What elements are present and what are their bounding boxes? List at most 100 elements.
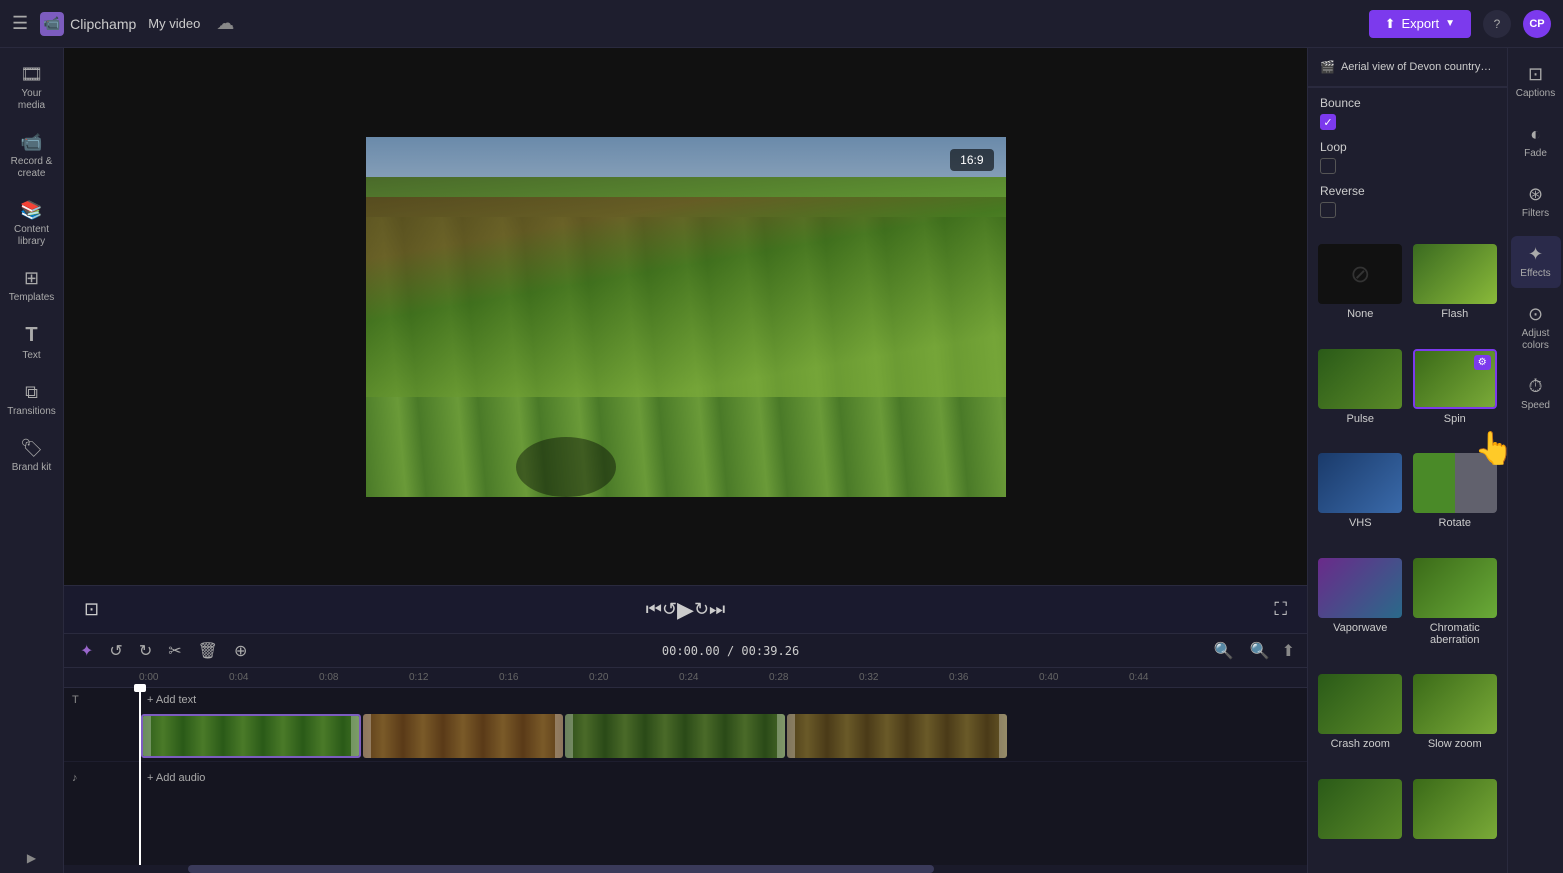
effect-label-spin: Spin: [1444, 413, 1466, 425]
clip-handle-right-4[interactable]: [999, 714, 1007, 758]
timeline-scrollbar[interactable]: [64, 865, 1307, 873]
help-button[interactable]: ?: [1483, 10, 1511, 38]
clip-handle-right-1[interactable]: [351, 716, 359, 756]
video-clip-4[interactable]: [787, 714, 1007, 758]
far-right-captions[interactable]: ⊡ Captions: [1511, 56, 1561, 108]
far-right-adjust-colors[interactable]: ⊙ Adjust colors: [1511, 296, 1561, 360]
effect-label-flash: Flash: [1441, 308, 1468, 320]
effect-more1[interactable]: [1316, 779, 1405, 866]
skip-back-button[interactable]: ⏮: [646, 599, 662, 620]
video-clip-2[interactable]: [363, 714, 563, 758]
effect-chromatic[interactable]: Chromatic aberration: [1411, 558, 1500, 669]
effect-label-crashzoom: Crash zoom: [1331, 738, 1390, 750]
sidebar-label-record-create: Record & create: [8, 156, 56, 180]
video-title-topbar[interactable]: My video: [148, 16, 200, 31]
far-right-filters[interactable]: ⊛ Filters: [1511, 176, 1561, 228]
effect-thumb-spin: ⚙: [1413, 349, 1497, 409]
clip-handle-left-4[interactable]: [787, 714, 795, 758]
scrollbar-thumb[interactable]: [188, 865, 934, 873]
user-avatar[interactable]: CP: [1523, 10, 1551, 38]
reverse-checkbox[interactable]: [1320, 202, 1336, 218]
zoom-out-button[interactable]: 🔍: [1210, 639, 1238, 663]
expand-timeline-button[interactable]: ⬆: [1282, 641, 1295, 661]
video-clip-1[interactable]: [141, 714, 361, 758]
effect-slowzoom[interactable]: Slow zoom: [1411, 674, 1500, 773]
effect-thumb-pulse: [1318, 349, 1402, 409]
clip-handle-left-1[interactable]: [143, 716, 151, 756]
ruler-mark-40: 0:40: [1039, 672, 1129, 683]
filters-label: Filters: [1522, 208, 1549, 220]
effect-rotate[interactable]: Rotate: [1411, 453, 1500, 552]
zoom-in-button[interactable]: 🔍: [1246, 639, 1274, 663]
far-right-fade[interactable]: ◐ Fade: [1511, 116, 1561, 168]
effect-spin[interactable]: ⚙ 👆 Spin: [1411, 349, 1500, 448]
sidebar-item-brand-kit[interactable]: 🏷 Brand kit: [4, 430, 60, 482]
scene-overlay: [366, 197, 1006, 397]
rewind-5s-button[interactable]: ↺: [662, 599, 677, 620]
forward-5s-button[interactable]: ↻: [694, 599, 709, 620]
effect-pulse[interactable]: Pulse: [1316, 349, 1405, 448]
sidebar-expand-btn[interactable]: ▶: [27, 851, 36, 865]
effect-crashzoom[interactable]: Crash zoom: [1316, 674, 1405, 773]
effect-label-slowzoom: Slow zoom: [1428, 738, 1482, 750]
effect-vhs[interactable]: VHS: [1316, 453, 1405, 552]
sidebar-item-record-create[interactable]: 📹 Record & create: [4, 124, 60, 188]
add-text-button[interactable]: + Add text: [139, 694, 204, 706]
sidebar-item-templates[interactable]: ⊞ Templates: [4, 260, 60, 312]
clip-handle-right-2[interactable]: [555, 714, 563, 758]
effect-thumb-vaporwave-inner: [1318, 558, 1402, 618]
sidebar-label-transitions: Transitions: [7, 406, 56, 418]
panel-title: 🎬 Aerial view of Devon countryside: [1320, 60, 1495, 74]
effect-more2[interactable]: [1411, 779, 1500, 866]
clip-preview-2: [363, 714, 563, 758]
effect-thumb-slowzoom-inner: [1413, 674, 1497, 734]
sidebar-label-templates: Templates: [9, 292, 55, 304]
redo-button[interactable]: ↻: [135, 639, 156, 663]
delete-button[interactable]: 🗑: [194, 639, 222, 663]
skip-forward-button[interactable]: ⏭: [709, 599, 725, 620]
aspect-ratio-badge[interactable]: 16:9: [950, 149, 993, 171]
effects-panel: 🎬 Aerial view of Devon countryside Bounc…: [1307, 48, 1507, 873]
play-button[interactable]: ▶: [677, 597, 694, 623]
topbar: ☰ 📹 Clipchamp My video ☁ ⬆ Export ▼ ? CP: [0, 0, 1563, 48]
bounce-item: Bounce ✓: [1320, 96, 1495, 130]
cut-button[interactable]: ✂: [164, 639, 185, 663]
ruler-mark-20: 0:20: [589, 672, 679, 683]
subtitle-toggle-button[interactable]: ⊡: [84, 599, 99, 620]
ruler-mark-16: 0:16: [499, 672, 589, 683]
add-audio-button[interactable]: + Add audio: [139, 772, 213, 784]
clip-handle-right-3[interactable]: [777, 714, 785, 758]
hamburger-menu[interactable]: ☰: [12, 13, 28, 34]
far-right-speed[interactable]: ⏱ Speed: [1511, 368, 1561, 420]
export-button[interactable]: ⬆ Export ▼: [1369, 10, 1471, 38]
sidebar-item-your-media[interactable]: 🎞 Your media: [4, 56, 60, 120]
brand-kit-icon: 🏷: [20, 438, 43, 459]
clip-handle-left-3[interactable]: [565, 714, 573, 758]
text-icon: T: [25, 324, 37, 347]
effects-icon: ✦: [1528, 244, 1543, 265]
video-clip-3[interactable]: [565, 714, 785, 758]
effect-thumb-more1-inner: [1318, 779, 1402, 839]
far-right-effects[interactable]: ✦ Effects: [1511, 236, 1561, 288]
effect-flash[interactable]: Flash: [1411, 244, 1500, 343]
effect-none[interactable]: ⊘ None: [1316, 244, 1405, 343]
loop-checkbox[interactable]: [1320, 158, 1336, 174]
effect-thumb-vhs-inner: [1318, 453, 1402, 513]
effect-thumb-crashzoom-inner: [1318, 674, 1402, 734]
add-media-button[interactable]: ⊕: [230, 639, 251, 663]
current-time: 00:00.00: [662, 644, 720, 658]
ruler-mark-4: 0:04: [229, 672, 319, 683]
bounce-checkbox[interactable]: ✓: [1320, 114, 1336, 130]
fade-label: Fade: [1524, 148, 1547, 160]
magic-button[interactable]: ✦: [76, 639, 97, 663]
video-track-row: [64, 712, 1307, 762]
sidebar-item-content-library[interactable]: 📚 Content library: [4, 192, 60, 256]
clip-handle-left-2[interactable]: [363, 714, 371, 758]
loop-checkbox-row: [1320, 158, 1495, 174]
sidebar-item-text[interactable]: T Text: [4, 316, 60, 370]
content-library-icon: 📚: [20, 200, 42, 221]
sidebar-item-transitions[interactable]: ⧉ Transitions: [4, 374, 60, 426]
fullscreen-button[interactable]: ⛶: [1274, 599, 1287, 620]
undo-button[interactable]: ↺: [105, 639, 126, 663]
effect-vaporwave[interactable]: Vaporwave: [1316, 558, 1405, 669]
